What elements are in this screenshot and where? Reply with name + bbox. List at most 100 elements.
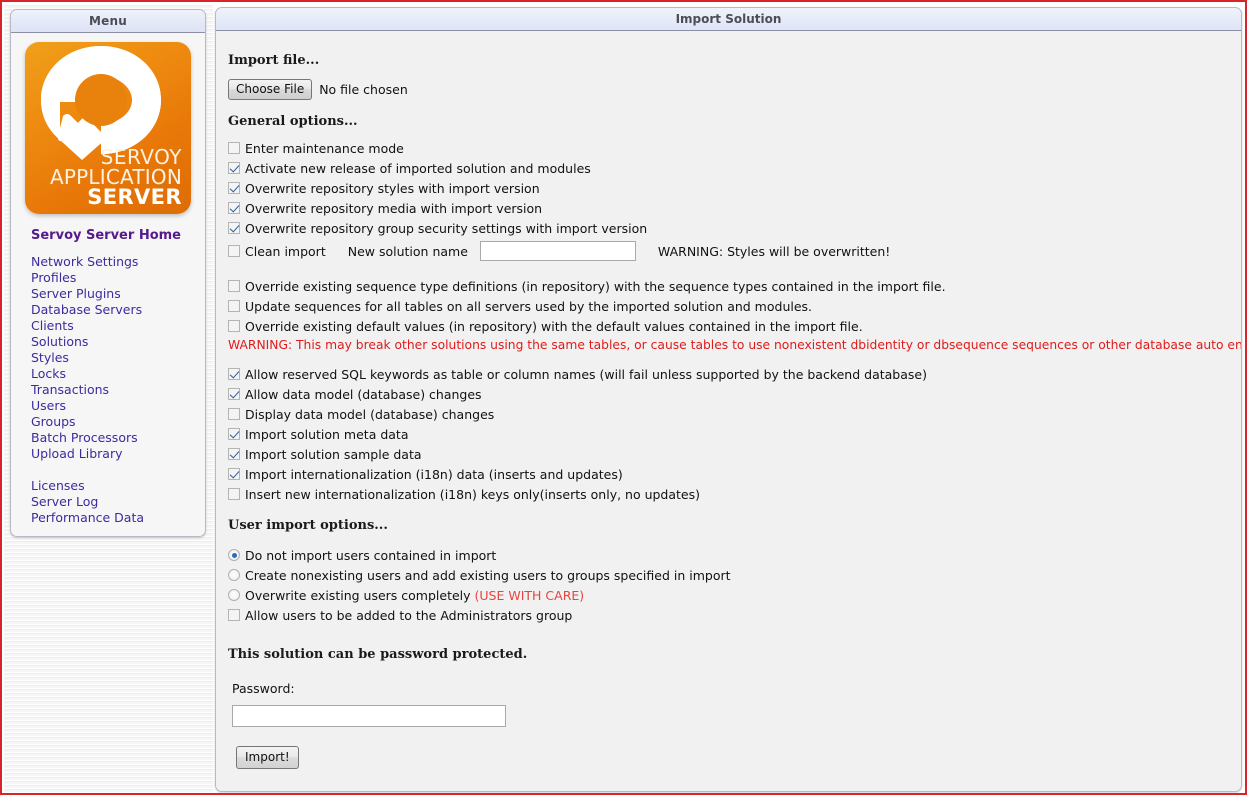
sidebar-nav-divider xyxy=(31,462,195,478)
checkbox-clean-import[interactable] xyxy=(228,245,240,257)
radio-do-not-import-users[interactable] xyxy=(228,549,240,561)
option-import-sample-data[interactable]: Import solution sample data xyxy=(228,444,1227,464)
radio-overwrite-existing-users[interactable] xyxy=(228,589,240,601)
option-overwrite-existing-users[interactable]: Overwrite existing users completely (USE… xyxy=(228,585,1227,605)
option-allow-data-model-changes[interactable]: Allow data model (database) changes xyxy=(228,384,1227,404)
styles-overwrite-warning: WARNING: Styles will be overwritten! xyxy=(657,243,891,259)
sidebar-item-server-plugins[interactable]: Server Plugins xyxy=(31,286,195,302)
option-import-meta-data[interactable]: Import solution meta data xyxy=(228,424,1227,444)
option-allow-admin-group[interactable]: Allow users to be added to the Administr… xyxy=(228,605,1227,625)
sidebar-item-clients[interactable]: Clients xyxy=(31,318,195,334)
label-import-i18n-data: Import internationalization (i18n) data … xyxy=(245,466,623,482)
menu-panel-body: SERVOY APPLICATION SERVER Servoy Server … xyxy=(11,33,205,526)
sidebar-item-groups[interactable]: Groups xyxy=(31,414,195,430)
sidebar-link-licenses[interactable]: Licenses xyxy=(31,478,85,493)
sidebar-link-network-settings[interactable]: Network Settings xyxy=(31,254,138,269)
label-do-not-import-users: Do not import users contained in import xyxy=(245,547,497,563)
sidebar-link-clients[interactable]: Clients xyxy=(31,318,74,333)
database-warning-text: WARNING: This may break other solutions … xyxy=(228,338,1242,352)
sidebar-link-server-plugins[interactable]: Server Plugins xyxy=(31,286,121,301)
checkbox-activate-new-release[interactable] xyxy=(228,162,240,174)
checkbox-allow-admin-group[interactable] xyxy=(228,609,240,621)
sidebar-item-network-settings[interactable]: Network Settings xyxy=(31,254,195,270)
sidebar-item-upload-library[interactable]: Upload Library xyxy=(31,446,195,462)
page-title: Import Solution xyxy=(216,8,1241,31)
checkbox-allow-data-model-changes[interactable] xyxy=(228,388,240,400)
sidebar-link-batch-processors[interactable]: Batch Processors xyxy=(31,430,138,445)
sidebar-item-profiles[interactable]: Profiles xyxy=(31,270,195,286)
sidebar-link-groups[interactable]: Groups xyxy=(31,414,76,429)
sidebar-link-styles[interactable]: Styles xyxy=(31,350,69,365)
checkbox-enter-maintenance-mode[interactable] xyxy=(228,142,240,154)
checkbox-import-i18n-data[interactable] xyxy=(228,468,240,480)
checkbox-overwrite-media[interactable] xyxy=(228,202,240,214)
option-allow-reserved-sql-keywords[interactable]: Allow reserved SQL keywords as table or … xyxy=(228,364,1227,384)
checkbox-overwrite-styles[interactable] xyxy=(228,182,240,194)
option-override-sequence-types[interactable]: Override existing sequence type definiti… xyxy=(228,276,1227,296)
sidebar-item-transactions[interactable]: Transactions xyxy=(31,382,195,398)
sidebar-link-database-servers[interactable]: Database Servers xyxy=(31,302,142,317)
import-button[interactable]: Import! xyxy=(236,746,299,769)
sidebar-link-server-log[interactable]: Server Log xyxy=(31,494,98,509)
sidebar-link-users[interactable]: Users xyxy=(31,398,66,413)
sidebar-column: Menu SERVOY APPLICATION SERVER Servoy Se… xyxy=(4,4,213,793)
sidebar-item-users[interactable]: Users xyxy=(31,398,195,414)
option-overwrite-media[interactable]: Overwrite repository media with import v… xyxy=(228,198,1227,218)
label-allow-reserved-sql-keywords: Allow reserved SQL keywords as table or … xyxy=(245,366,927,382)
sidebar-item-styles[interactable]: Styles xyxy=(31,350,195,366)
option-overwrite-group-security[interactable]: Overwrite repository group security sett… xyxy=(228,218,1227,238)
general-options-group-1: Enter maintenance mode Activate new rele… xyxy=(228,138,1227,264)
checkbox-import-meta-data[interactable] xyxy=(228,428,240,440)
sidebar-link-locks[interactable]: Locks xyxy=(31,366,66,381)
option-enter-maintenance-mode[interactable]: Enter maintenance mode xyxy=(228,138,1227,158)
new-solution-name-input[interactable] xyxy=(479,241,636,261)
label-overwrite-existing-users: Overwrite existing users completely xyxy=(245,587,471,603)
sidebar-item-licenses[interactable]: Licenses xyxy=(31,478,195,494)
sidebar-link-upload-library[interactable]: Upload Library xyxy=(31,446,122,461)
option-insert-new-i18n-keys[interactable]: Insert new internationalization (i18n) k… xyxy=(228,484,1227,504)
logo-line-2: APPLICATION xyxy=(50,165,182,189)
option-overwrite-styles[interactable]: Overwrite repository styles with import … xyxy=(228,178,1227,198)
menu-panel-title: Menu xyxy=(11,10,205,33)
checkbox-update-sequences[interactable] xyxy=(228,300,240,312)
checkbox-insert-new-i18n-keys[interactable] xyxy=(228,488,240,500)
servoy-server-home-title: Servoy Server Home xyxy=(31,228,181,243)
label-override-default-values: Override existing default values (in rep… xyxy=(245,318,863,334)
option-display-data-model-changes[interactable]: Display data model (database) changes xyxy=(228,404,1227,424)
radio-create-nonexisting-users[interactable] xyxy=(228,569,240,581)
password-input[interactable] xyxy=(232,705,506,727)
sidebar-item-solutions[interactable]: Solutions xyxy=(31,334,195,350)
user-import-options-heading: User import options... xyxy=(228,518,388,533)
sidebar-item-database-servers[interactable]: Database Servers xyxy=(31,302,195,318)
label-insert-new-i18n-keys: Insert new internationalization (i18n) k… xyxy=(245,486,701,502)
option-create-nonexisting-users[interactable]: Create nonexisting users and add existin… xyxy=(228,565,1227,585)
sidebar-item-batch-processors[interactable]: Batch Processors xyxy=(31,430,195,446)
option-do-not-import-users[interactable]: Do not import users contained in import xyxy=(228,545,1227,565)
sidebar-nav-secondary: Licenses Server Log Performance Data xyxy=(31,478,195,526)
sidebar-link-performance-data[interactable]: Performance Data xyxy=(31,510,144,525)
option-update-sequences[interactable]: Update sequences for all tables on all s… xyxy=(228,296,1227,316)
label-allow-admin-group: Allow users to be added to the Administr… xyxy=(245,607,573,623)
password-label: Password: xyxy=(232,681,295,696)
checkbox-override-sequence-types[interactable] xyxy=(228,280,240,292)
password-protected-heading: This solution can be password protected. xyxy=(228,647,528,662)
checkbox-overwrite-group-security[interactable] xyxy=(228,222,240,234)
sidebar-item-server-log[interactable]: Server Log xyxy=(31,494,195,510)
label-new-solution-name: New solution name xyxy=(347,243,468,259)
sidebar-link-solutions[interactable]: Solutions xyxy=(31,334,88,349)
option-import-i18n-data[interactable]: Import internationalization (i18n) data … xyxy=(228,464,1227,484)
checkbox-override-default-values[interactable] xyxy=(228,320,240,332)
sidebar-link-profiles[interactable]: Profiles xyxy=(31,270,76,285)
checkbox-allow-reserved-sql-keywords[interactable] xyxy=(228,368,240,380)
sidebar-link-transactions[interactable]: Transactions xyxy=(31,382,109,397)
choose-file-button[interactable]: Choose File xyxy=(228,79,313,100)
sidebar-item-performance-data[interactable]: Performance Data xyxy=(31,510,195,526)
checkbox-display-data-model-changes[interactable] xyxy=(228,408,240,420)
use-with-care-warning: (USE WITH CARE) xyxy=(474,587,585,603)
option-activate-new-release[interactable]: Activate new release of imported solutio… xyxy=(228,158,1227,178)
option-override-default-values[interactable]: Override existing default values (in rep… xyxy=(228,316,1227,336)
sidebar-item-locks[interactable]: Locks xyxy=(31,366,195,382)
checkbox-import-sample-data[interactable] xyxy=(228,448,240,460)
